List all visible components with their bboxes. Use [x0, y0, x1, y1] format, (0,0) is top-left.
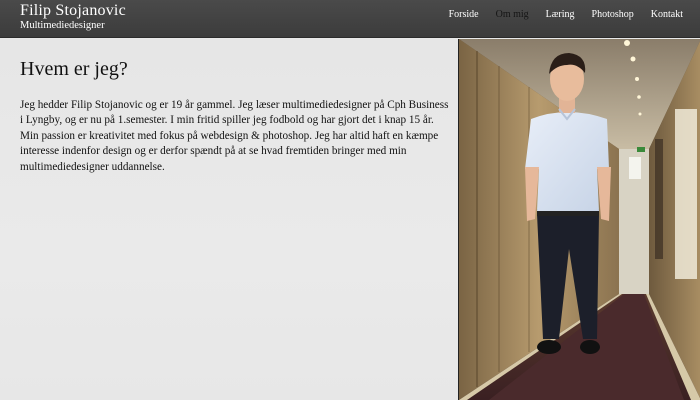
- nav-item-laering[interactable]: Læring: [546, 0, 575, 30]
- hallway-portrait-image: [459, 39, 700, 400]
- nav-item-forside[interactable]: Forside: [449, 0, 479, 30]
- nav-item-photoshop[interactable]: Photoshop: [592, 0, 634, 30]
- about-section: [0, 39, 458, 400]
- main-nav: Forside Om mig Læring Photoshop Kontakt: [449, 0, 700, 30]
- profile-photo: [458, 39, 700, 400]
- nav-item-kontakt[interactable]: Kontakt: [651, 0, 683, 30]
- brand[interactable]: Filip Stojanovic Multimediedesigner: [20, 2, 126, 33]
- page-title: Hvem er jeg?: [20, 58, 128, 80]
- intro-paragraph: Jeg hedder Filip Stojanovic og er 19 år …: [20, 99, 449, 173]
- brand-name: Filip Stojanovic: [20, 2, 126, 19]
- brand-subtitle: Multimediedesigner: [20, 20, 105, 31]
- nav-item-om-mig[interactable]: Om mig: [496, 0, 529, 30]
- site-header: Filip Stojanovic Multimediedesigner Fors…: [0, 0, 700, 38]
